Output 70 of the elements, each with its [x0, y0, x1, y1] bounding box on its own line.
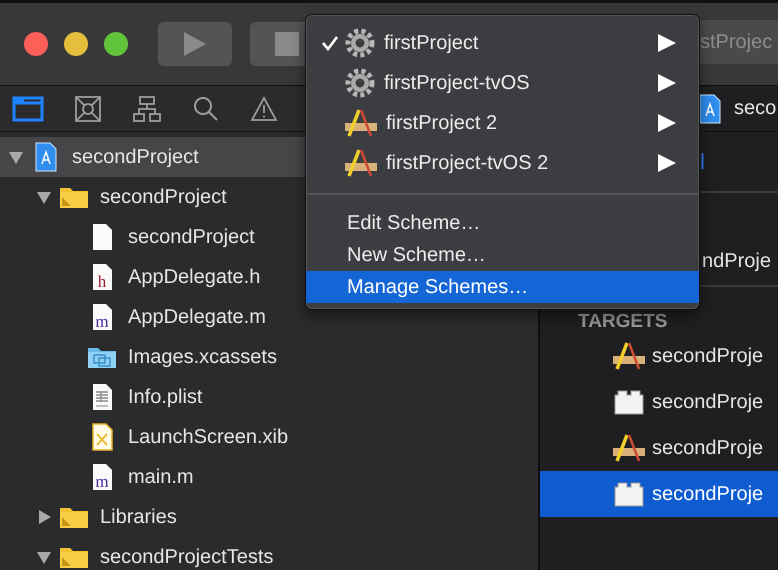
disclosure-triangle-icon[interactable]	[36, 189, 52, 205]
search-icon[interactable]	[192, 94, 220, 122]
item-name: LaunchScreen.xib	[128, 426, 288, 448]
symbol-icon[interactable]	[74, 94, 102, 122]
project-name[interactable]: ndProje	[702, 250, 771, 273]
minimize-button[interactable]	[64, 32, 88, 56]
bundle-icon	[612, 480, 646, 508]
item-name: Libraries	[100, 506, 177, 528]
folder-icon[interactable]	[12, 96, 44, 122]
stop-icon	[275, 32, 299, 56]
target-name: secondProje	[652, 436, 764, 460]
warning-icon[interactable]	[250, 96, 278, 122]
zoom-button[interactable]	[104, 32, 128, 56]
item-name: AppDelegate.m	[128, 306, 266, 328]
menu-item[interactable]: Manage Schemes…	[306, 271, 699, 303]
item-name: Images.xcassets	[128, 346, 277, 368]
gear-icon	[344, 27, 376, 59]
app-target-icon	[612, 341, 646, 371]
target-row[interactable]: secondProje	[540, 333, 778, 379]
target-name: secondProje	[652, 482, 764, 506]
app-target-icon	[612, 433, 646, 463]
tree-row[interactable]: secondProjectTests	[0, 537, 538, 570]
file-icon	[90, 223, 114, 251]
header-file-icon: h	[90, 263, 114, 291]
app-target-icon	[344, 148, 378, 178]
target-row[interactable]: secondProje	[540, 471, 778, 517]
bundle-icon	[612, 388, 646, 416]
target-row[interactable]: secondProje	[540, 379, 778, 425]
gear-icon	[344, 67, 376, 99]
close-button[interactable]	[24, 32, 48, 56]
source-file-icon: m	[90, 463, 114, 491]
menu-item[interactable]: firstProject-tvOS	[306, 63, 699, 103]
jump-bar-title[interactable]: seco	[734, 97, 776, 120]
tree-row[interactable]: Info.plist	[0, 377, 538, 417]
submenu-arrow-icon	[657, 113, 677, 133]
property-list-icon	[90, 383, 114, 411]
tree-row[interactable]: LaunchScreen.xib	[0, 417, 538, 457]
menu-item[interactable]: New Scheme…	[306, 239, 699, 271]
target-name: secondProje	[652, 344, 764, 368]
project-file-icon	[698, 94, 722, 124]
item-name: AppDelegate.h	[128, 266, 260, 288]
folder-icon	[59, 545, 89, 569]
menu-item[interactable]: Edit Scheme…	[306, 207, 699, 239]
submenu-arrow-icon	[657, 33, 677, 53]
target-name: secondProje	[652, 390, 764, 414]
app-target-icon	[344, 108, 378, 138]
tree-row[interactable]: Libraries	[0, 497, 538, 537]
hierarchy-icon[interactable]	[132, 94, 162, 122]
submenu-arrow-icon	[657, 153, 677, 173]
submenu-arrow-icon	[657, 73, 677, 93]
target-row[interactable]: secondProje	[540, 425, 778, 471]
play-icon	[182, 31, 208, 57]
item-name: secondProject	[128, 226, 255, 248]
disclosure-triangle-icon[interactable]	[8, 149, 24, 165]
asset-folder-icon	[87, 345, 117, 369]
folder-icon	[59, 185, 89, 209]
disclosure-triangle-icon[interactable]	[36, 509, 52, 525]
item-name: Info.plist	[128, 386, 202, 408]
disclosure-triangle-icon[interactable]	[36, 549, 52, 565]
item-name: secondProject	[72, 146, 199, 168]
tree-row[interactable]: Images.xcassets	[0, 337, 538, 377]
item-name: secondProject	[100, 186, 227, 208]
tree-row[interactable]: m main.m	[0, 457, 538, 497]
source-file-icon: m	[90, 303, 114, 331]
interface-file-icon	[90, 423, 114, 451]
project-file-icon	[34, 142, 58, 172]
item-name: main.m	[128, 466, 194, 488]
section-heading: TARGETS	[578, 311, 668, 332]
folder-icon	[59, 505, 89, 529]
item-name: secondProjectTests	[100, 546, 274, 568]
